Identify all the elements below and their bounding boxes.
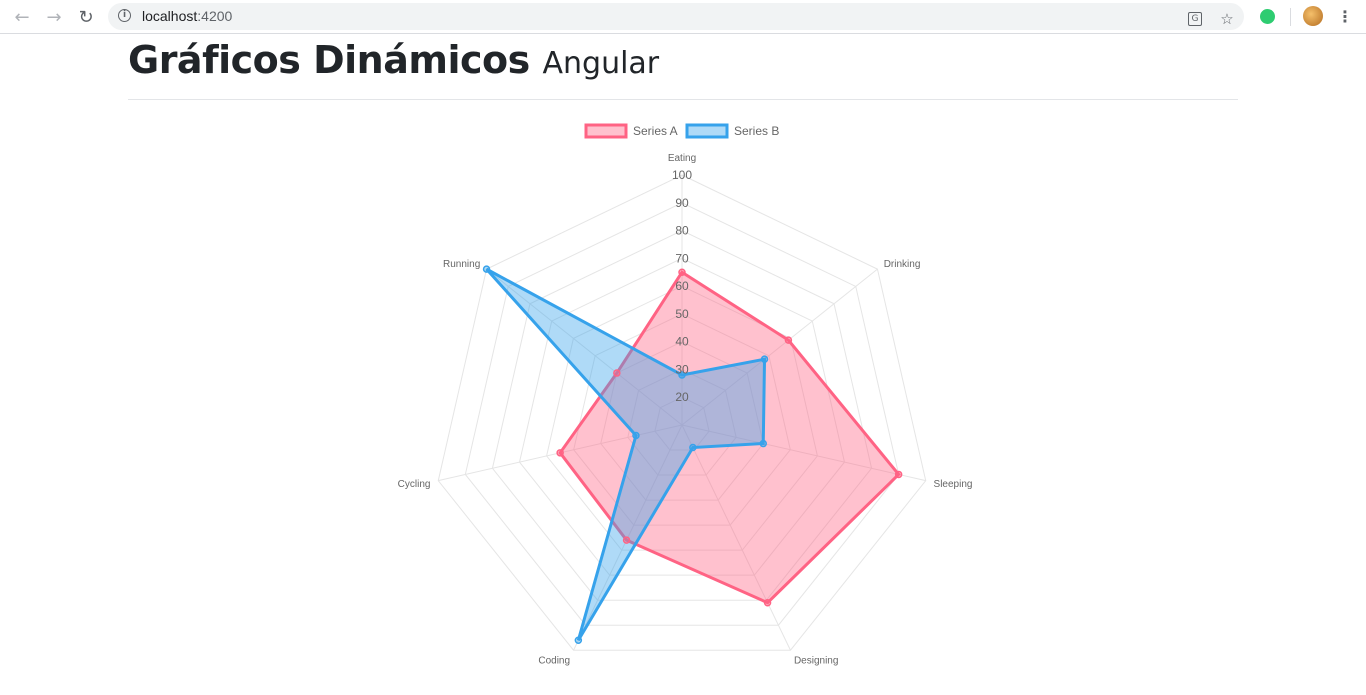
data-point-b [760, 355, 769, 363]
tick-label: 50 [675, 307, 689, 321]
axis-label-running: Running [443, 259, 480, 270]
axis-label-drinking: Drinking [884, 259, 921, 270]
arrow-right-icon: → [46, 6, 62, 28]
data-point-a [894, 470, 903, 479]
menu-button[interactable]: ⋮ [1334, 5, 1356, 27]
tick-label: 60 [675, 279, 689, 293]
back-button[interactable]: ← [10, 5, 34, 29]
axis-label-eating: Eating [668, 153, 696, 164]
bookmark-button[interactable]: ☆ [1216, 8, 1238, 30]
info-icon[interactable]: i [118, 9, 131, 22]
legend-swatch-b [685, 123, 729, 139]
legend-label-a: Series A [633, 124, 678, 138]
tick-label: 20 [675, 390, 689, 404]
extension-button[interactable] [1256, 5, 1278, 27]
data-point-a [763, 598, 772, 607]
arrow-left-icon: ← [14, 6, 30, 28]
tick-label: 40 [675, 335, 689, 349]
toolbar-separator [1290, 8, 1291, 26]
url-port: :4200 [197, 8, 233, 24]
reload-icon: ↻ [78, 6, 94, 28]
data-point-a [784, 336, 793, 344]
profile-button[interactable] [1302, 5, 1324, 27]
axis-label-cycling: Cycling [398, 479, 431, 490]
data-point-b [689, 443, 697, 452]
tick-label: 100 [672, 168, 692, 182]
kebab-menu-icon: ⋮ [1337, 6, 1353, 26]
data-point-a [613, 369, 621, 377]
translate-button[interactable]: G [1184, 8, 1206, 30]
reload-button[interactable]: ↻ [74, 5, 98, 29]
page-title: Gráficos Dinámicos Angular [128, 38, 659, 82]
tick-label: 90 [675, 196, 689, 210]
legend-label-b: Series B [734, 124, 779, 138]
radar-chart: 20 30 40 50 60 70 80 90 100 Eating Drinking Sleepin… [380, 112, 1000, 672]
extension-icon [1259, 8, 1275, 24]
tick-label: 80 [675, 224, 689, 238]
forward-button[interactable]: → [42, 5, 66, 29]
radar-chart-svg: 20 30 40 50 60 70 80 90 100 Eating Drinking Sleepin… [398, 123, 973, 666]
data-point-a [678, 268, 686, 276]
data-point-a [622, 536, 631, 544]
translate-icon: G [1188, 12, 1202, 26]
legend-swatch-a [584, 123, 628, 139]
url-host: localhost [142, 8, 198, 24]
star-icon: ☆ [1220, 10, 1234, 28]
data-point-b [482, 265, 491, 273]
axis-label-coding: Coding [538, 655, 570, 666]
address-bar[interactable]: i localhost:4200 G ☆ [108, 3, 1244, 30]
data-point-a [556, 449, 564, 457]
tick-label: 30 [675, 362, 689, 376]
page-title-main: Gráficos Dinámicos [128, 38, 530, 82]
axis-label-sleeping: Sleeping [934, 479, 973, 490]
data-point-b [632, 431, 640, 440]
page-subtitle: Angular [542, 46, 660, 81]
data-point-b [759, 439, 767, 448]
avatar-icon [1303, 6, 1323, 26]
axis-label-designing: Designing [794, 655, 838, 666]
data-point-b [574, 636, 583, 644]
tick-label: 70 [675, 251, 689, 265]
heading-divider [128, 99, 1238, 100]
url-text[interactable]: localhost:4200 [142, 8, 232, 24]
browser-toolbar: ← → ↻ i localhost:4200 G ☆ ⋮ [0, 0, 1366, 34]
